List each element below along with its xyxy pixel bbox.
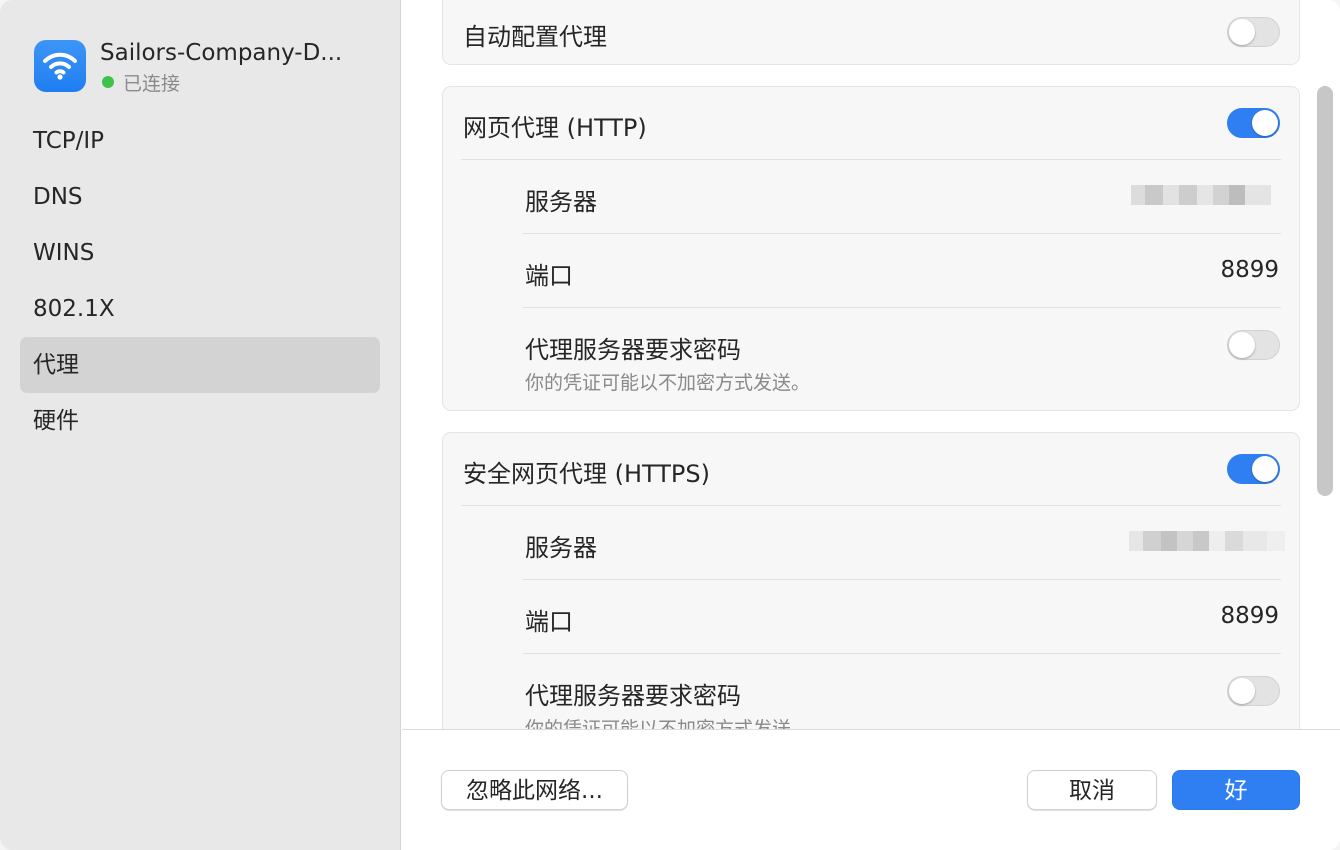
https-port-label: 端口 [525, 608, 573, 636]
https-proxy-toggle[interactable] [1227, 454, 1280, 484]
sidebar-item-hardware[interactable]: 硬件 [20, 393, 380, 449]
toggle-knob [1229, 19, 1255, 45]
dialog-footer: 忽略此网络... 取消 好 [402, 729, 1340, 850]
toggle-knob [1229, 332, 1255, 358]
sidebar-item-dns[interactable]: DNS [20, 169, 380, 225]
http-port-row[interactable]: 端口 8899 [443, 234, 1299, 307]
http-auth-row: 代理服务器要求密码 你的凭证可能以不加密方式发送。 [443, 308, 1299, 408]
http-server-row[interactable]: 服务器 [443, 160, 1299, 233]
https-server-value-redacted[interactable] [1129, 531, 1285, 551]
https-port-value[interactable]: 8899 [1220, 603, 1279, 629]
sidebar-item-8021x[interactable]: 802.1X [20, 281, 380, 337]
ok-button[interactable]: 好 [1172, 770, 1300, 810]
https-proxy-label: 安全网页代理 (HTTPS) [463, 460, 711, 488]
http-port-value[interactable]: 8899 [1220, 257, 1279, 283]
network-header: Sailors-Company-D... 已连接 [34, 38, 384, 96]
https-proxy-card: 安全网页代理 (HTTPS) 服务器 端口 8899 代理服务器要求密码 你的凭… [442, 432, 1300, 729]
cancel-button[interactable]: 取消 [1027, 770, 1157, 810]
toggle-knob [1252, 110, 1278, 136]
https-auth-toggle[interactable] [1227, 676, 1280, 706]
https-server-row[interactable]: 服务器 [443, 506, 1299, 579]
auto-proxy-label: 自动配置代理 [463, 23, 607, 51]
https-auth-note: 你的凭证可能以不加密方式发送。 [525, 718, 811, 729]
toggle-knob [1229, 678, 1255, 704]
https-proxy-row: 安全网页代理 (HTTPS) [443, 433, 1299, 505]
toggle-knob [1252, 456, 1278, 482]
http-proxy-row: 网页代理 (HTTP) [443, 87, 1299, 159]
http-proxy-label: 网页代理 (HTTP) [463, 114, 647, 142]
sidebar-nav: TCP/IP DNS WINS 802.1X 代理 硬件 [20, 113, 380, 449]
sidebar-item-wins[interactable]: WINS [20, 225, 380, 281]
connected-dot-icon [102, 76, 114, 88]
https-port-row[interactable]: 端口 8899 [443, 580, 1299, 653]
auto-proxy-row: 自动配置代理 [443, 1, 1299, 66]
proxy-settings-panel: 自动配置代理 网页代理 (HTTP) 服务器 端口 8899 代理服务器要求密码… [402, 0, 1340, 729]
vertical-scrollbar[interactable] [1317, 86, 1333, 496]
http-auth-note: 你的凭证可能以不加密方式发送。 [525, 372, 811, 394]
sidebar: Sailors-Company-D... 已连接 TCP/IP DNS WINS… [0, 0, 401, 850]
http-server-value-redacted[interactable] [1131, 185, 1271, 205]
connection-status-text: 已连接 [123, 72, 181, 95]
http-proxy-toggle[interactable] [1227, 108, 1280, 138]
http-proxy-card: 网页代理 (HTTP) 服务器 端口 8899 代理服务器要求密码 你的凭证可能… [442, 86, 1300, 411]
http-auth-toggle[interactable] [1227, 330, 1280, 360]
connection-status: 已连接 [102, 70, 181, 95]
http-auth-label: 代理服务器要求密码 [525, 336, 741, 364]
ignore-network-button[interactable]: 忽略此网络... [441, 770, 628, 810]
https-auth-row: 代理服务器要求密码 你的凭证可能以不加密方式发送。 [443, 654, 1299, 729]
http-port-label: 端口 [525, 262, 573, 290]
sidebar-item-proxies[interactable]: 代理 [20, 337, 380, 393]
https-auth-label: 代理服务器要求密码 [525, 682, 741, 710]
network-name: Sailors-Company-D... [100, 40, 343, 66]
wifi-icon [34, 40, 86, 92]
network-settings-window: Sailors-Company-D... 已连接 TCP/IP DNS WINS… [0, 0, 1340, 850]
https-server-label: 服务器 [525, 534, 597, 562]
auto-proxy-toggle[interactable] [1227, 17, 1280, 47]
http-server-label: 服务器 [525, 188, 597, 216]
auto-proxy-card: 自动配置代理 [442, 0, 1300, 65]
sidebar-item-tcpip[interactable]: TCP/IP [20, 113, 380, 169]
